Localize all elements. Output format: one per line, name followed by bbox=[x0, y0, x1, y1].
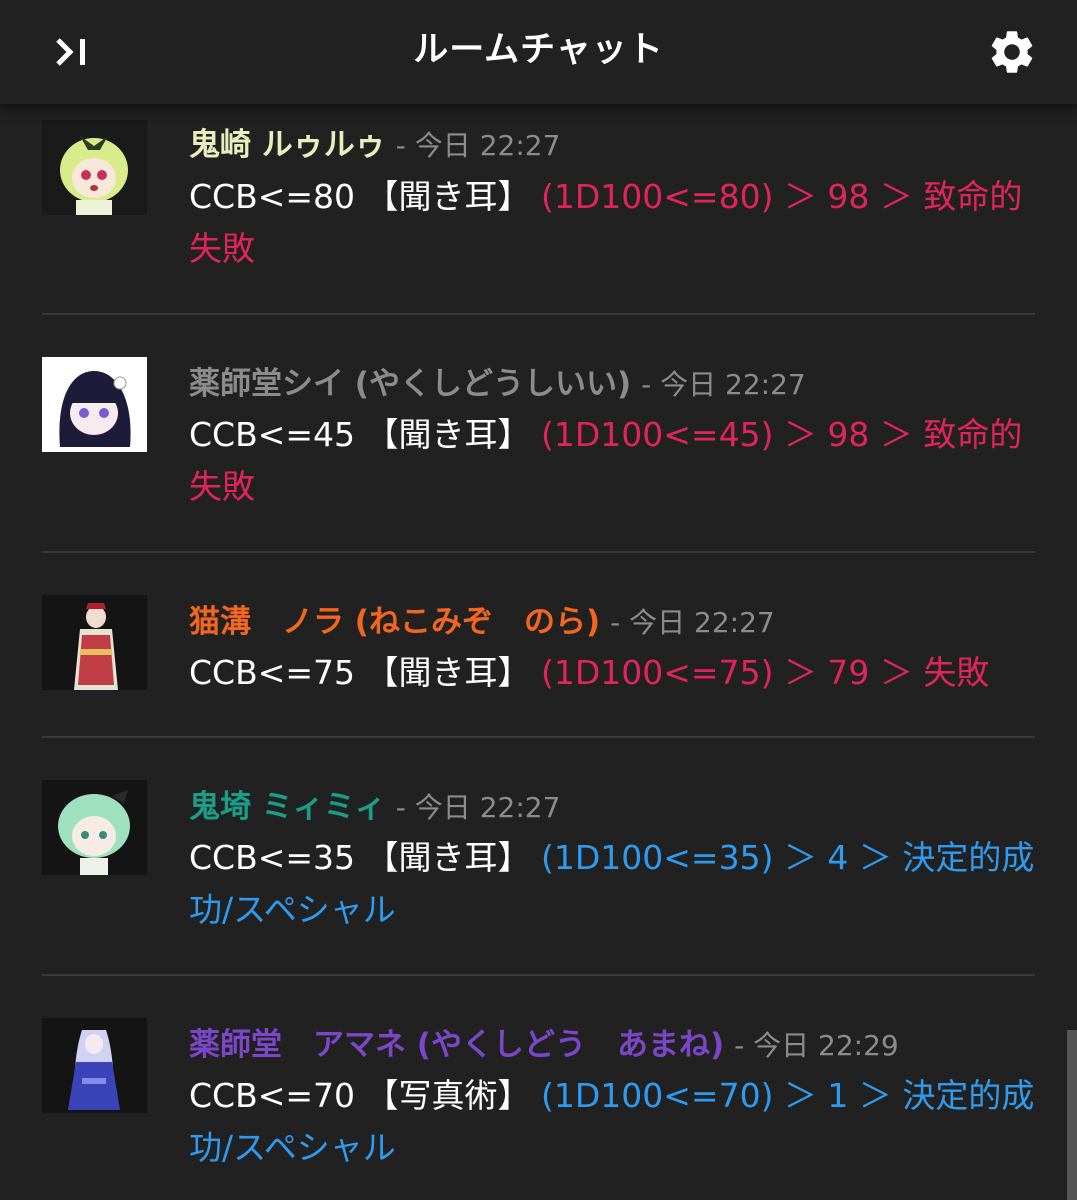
message-header: 猫溝 ノラ (ねこみぞ のら) - 今日 22:27 bbox=[189, 600, 775, 645]
message-header: 鬼埼 ミィミィ - 今日 22:27 bbox=[189, 785, 560, 830]
gear-icon bbox=[991, 31, 1033, 73]
avatar[interactable] bbox=[42, 780, 147, 875]
message-body: CCB<=75 【聞き耳】 (1D100<=75) ＞ 79 ＞ 失敗 bbox=[189, 647, 1039, 699]
character-portrait-icon bbox=[42, 357, 147, 452]
avatar[interactable] bbox=[42, 357, 147, 452]
avatar[interactable] bbox=[42, 120, 147, 215]
app-bar: ルームチャット bbox=[0, 0, 1077, 104]
timestamp: - 今日 22:27 bbox=[610, 606, 775, 639]
sender-name[interactable]: 薬師堂シイ (やくしどうしいい) bbox=[189, 366, 631, 402]
timestamp: - 今日 22:29 bbox=[734, 1029, 899, 1062]
message-divider bbox=[42, 551, 1035, 553]
message-divider bbox=[42, 974, 1035, 976]
room-chat-app: ルームチャット 鬼崎 ルゥルゥ - 今日 22:27 CCB<=80 【聞き耳】… bbox=[0, 0, 1077, 1200]
chat-message-list[interactable]: 鬼崎 ルゥルゥ - 今日 22:27 CCB<=80 【聞き耳】 (1D100<=… bbox=[0, 104, 1077, 1200]
character-portrait-icon bbox=[42, 595, 147, 690]
message-body: CCB<=70 【写真術】 (1D100<=70) ＞ 1 ＞ 決定的成功/スペ… bbox=[189, 1070, 1039, 1174]
page-title: ルームチャット bbox=[413, 30, 664, 70]
sender-name[interactable]: 鬼崎 ルゥルゥ bbox=[189, 127, 386, 163]
dice-command: CCB<=80 【聞き耳】 bbox=[189, 177, 531, 216]
message-body: CCB<=45 【聞き耳】 (1D100<=45) ＞ 98 ＞ 致命的失敗 bbox=[189, 409, 1039, 513]
character-portrait-icon bbox=[42, 780, 147, 875]
sender-name[interactable]: 鬼埼 ミィミィ bbox=[189, 789, 386, 825]
dice-command: CCB<=70 【写真術】 bbox=[189, 1076, 531, 1115]
avatar[interactable] bbox=[42, 1018, 147, 1113]
message-header: 鬼崎 ルゥルゥ - 今日 22:27 bbox=[189, 123, 560, 168]
dice-command: CCB<=45 【聞き耳】 bbox=[189, 415, 531, 454]
message-body: CCB<=35 【聞き耳】 (1D100<=35) ＞ 4 ＞ 決定的成功/スペ… bbox=[189, 832, 1039, 936]
message-divider bbox=[42, 736, 1035, 738]
timestamp: - 今日 22:27 bbox=[395, 129, 561, 162]
scrollbar-thumb[interactable] bbox=[1067, 1030, 1077, 1200]
message-header: 薬師堂 アマネ (やくしどう あまね) - 今日 22:29 bbox=[189, 1023, 899, 1068]
timestamp: - 今日 22:27 bbox=[395, 791, 561, 824]
message-divider bbox=[42, 313, 1035, 315]
message-header: 薬師堂シイ (やくしどうしいい) - 今日 22:27 bbox=[189, 362, 806, 407]
dice-command: CCB<=35 【聞き耳】 bbox=[189, 838, 531, 877]
avatar[interactable] bbox=[42, 595, 147, 690]
dice-command: CCB<=75 【聞き耳】 bbox=[189, 653, 531, 692]
timestamp: - 今日 22:27 bbox=[641, 368, 806, 401]
dice-result: (1D100<=75) ＞ 79 ＞ 失敗 bbox=[541, 653, 990, 692]
settings-button[interactable] bbox=[977, 20, 1047, 84]
character-portrait-icon bbox=[42, 1018, 147, 1113]
sender-name[interactable]: 猫溝 ノラ (ねこみぞ のら) bbox=[189, 604, 600, 640]
character-portrait-icon bbox=[42, 120, 147, 215]
sender-name[interactable]: 薬師堂 アマネ (やくしどう あまね) bbox=[189, 1027, 724, 1063]
message-body: CCB<=80 【聞き耳】 (1D100<=80) ＞ 98 ＞ 致命的失敗 bbox=[189, 171, 1039, 275]
